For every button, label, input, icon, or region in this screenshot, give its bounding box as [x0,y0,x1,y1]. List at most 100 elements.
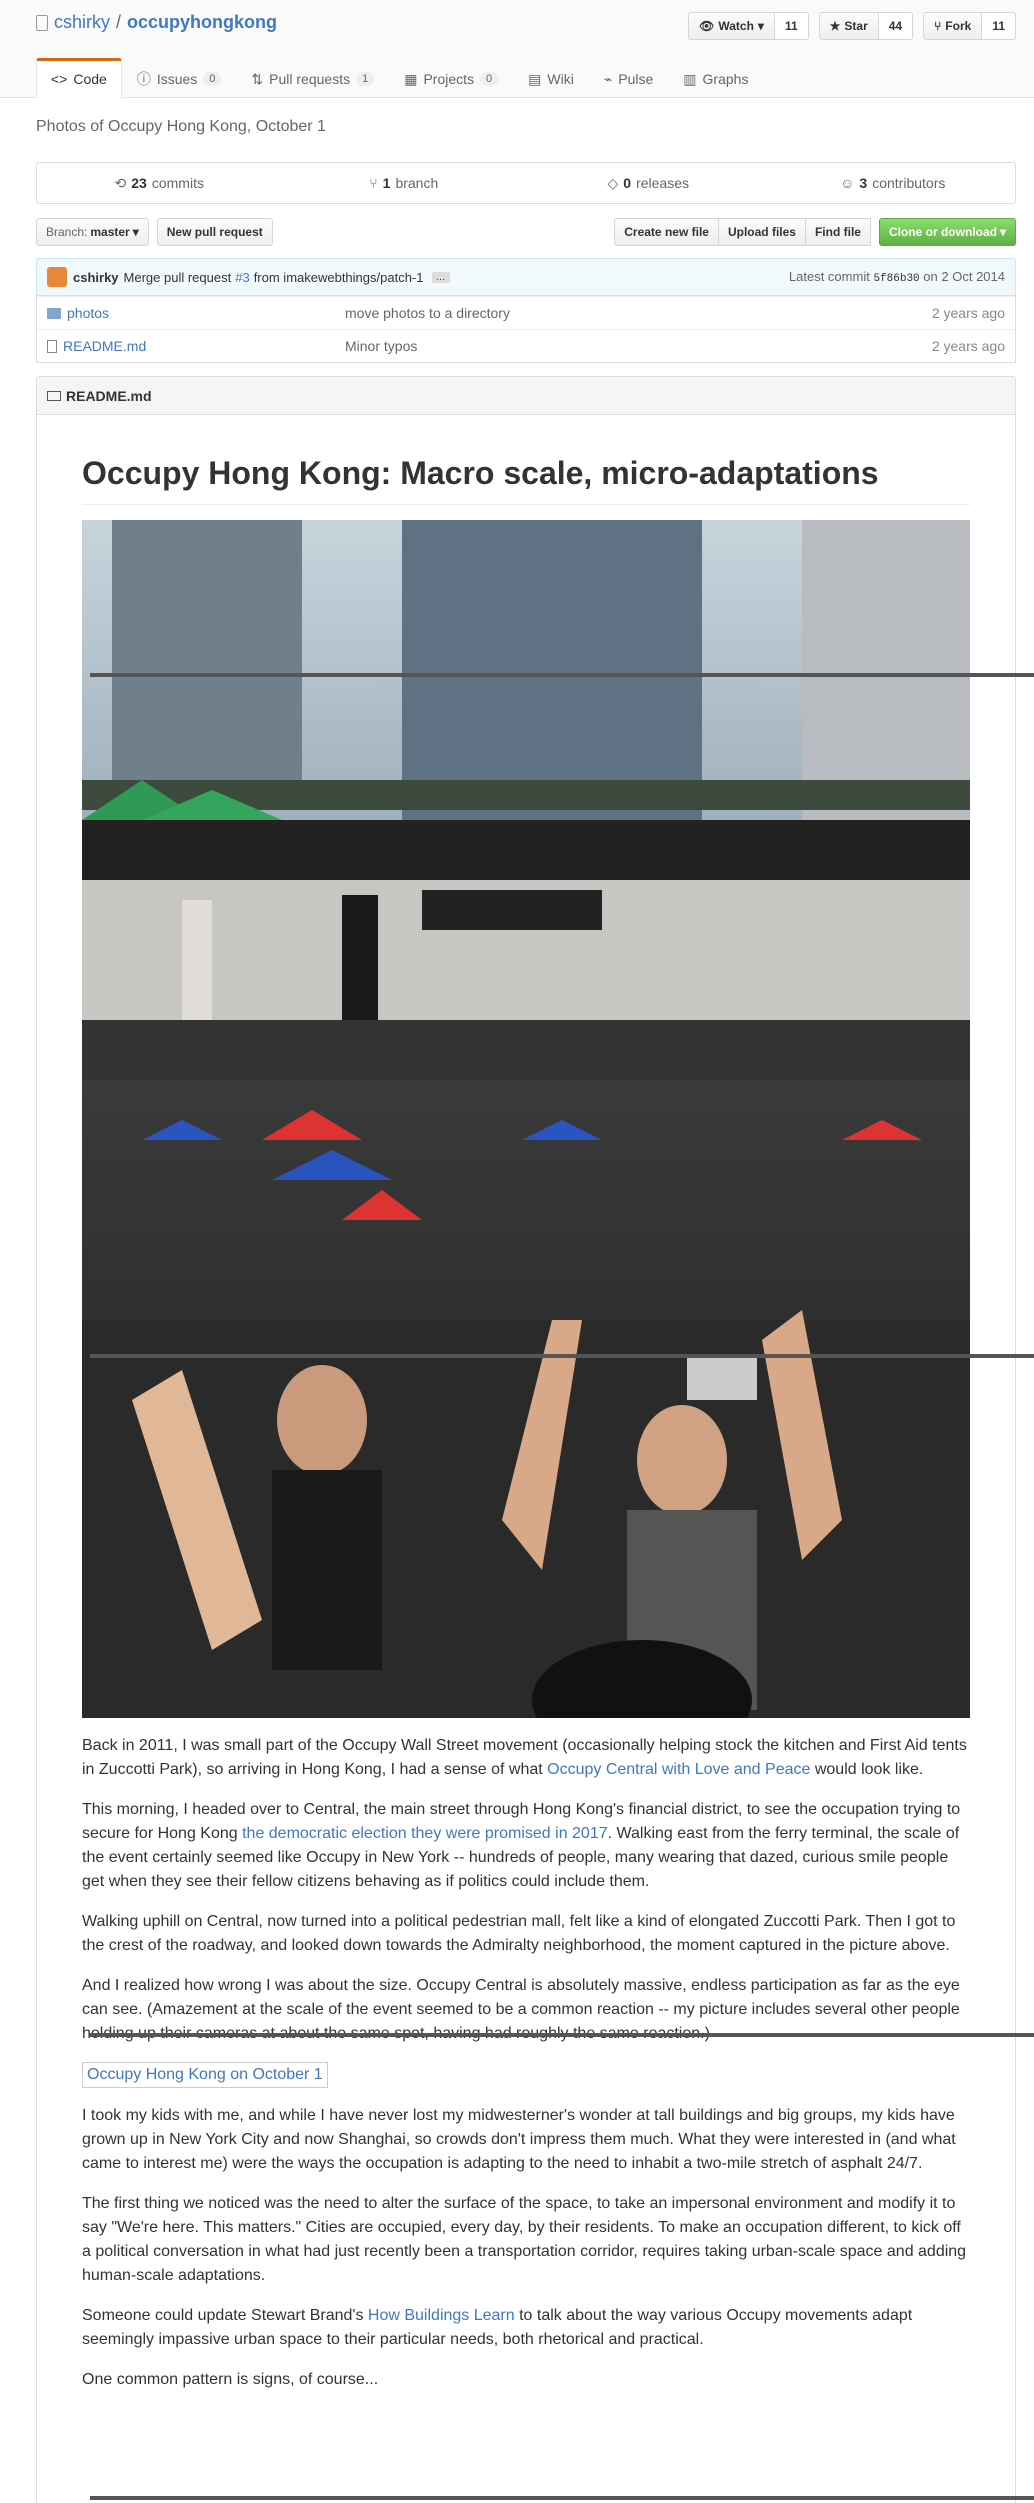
upload-files-button[interactable]: Upload files [717,218,806,246]
owner-link[interactable]: cshirky [54,12,110,33]
chevron-down-icon: ▾ [757,19,764,33]
file-icon [47,339,57,353]
paragraph-7: Someone could update Stewart Brand's How… [82,2304,970,2352]
clone-download-button[interactable]: Clone or download ▾ [878,218,1016,246]
file-navigation: Branch: master ▾ New pull request Create n… [36,218,1016,246]
watch-count[interactable]: 11 [774,12,809,40]
contributors-link[interactable]: ☺ 3 contributors [771,163,1016,203]
folder-icon [47,307,61,319]
commit-meta: Latest commit 5f86b30 on 2 Oct 2014 [789,269,1005,285]
repo-title: cshirky / occupyhongkong [36,12,277,33]
tab-label: Pull requests [269,71,351,87]
tab-label: Pulse [618,71,654,87]
file-message[interactable]: move photos to a directory [345,305,932,321]
watch-group: 👁 Watch ▾ 11 [688,12,809,40]
paragraph-6: The first thing we noticed was the need … [82,2195,967,2284]
ellipsis-button[interactable]: … [431,271,450,283]
fork-label: Fork [945,19,972,33]
clone-label: Clone or download [888,225,997,239]
paragraph-3: Walking uphill on Central, now turned in… [82,1913,956,1954]
commit-msg-suffix: from imakewebthings/patch-1 [253,269,424,285]
tab-code[interactable]: <> Code [36,58,122,98]
overlay-line [90,1354,1034,1358]
occupy-central-link[interactable]: Occupy Central with Love and Peace [547,1761,810,1778]
contributors-count: 3 [859,175,868,191]
wiki-icon: ▤ [528,70,542,87]
file-age: 2 years ago [931,305,1005,321]
file-name-link[interactable]: README.md [63,338,146,354]
overlay-line [90,2496,1034,2500]
create-file-button[interactable]: Create new file [614,218,719,246]
tag-icon: ◇ [607,174,619,191]
repo-icon [36,14,48,31]
readme-box: README.md Occupy Hong Kong: Macro scale,… [36,376,1016,2503]
project-icon: ▦ [404,70,418,87]
commit-author[interactable]: cshirky [73,270,119,285]
tab-graphs[interactable]: ▥ Graphs [668,58,763,98]
chevron-down-icon: ▾ [132,225,139,239]
tab-pull-requests[interactable]: ⇅ Pull requests 1 [236,58,389,98]
code-icon: <> [51,71,68,87]
branch-select[interactable]: Branch: master ▾ [36,218,149,246]
repo-tabs: <> Code ⓘ Issues 0 ⇅ Pull requests 1 ▦ Project… [36,58,763,98]
repo-header: cshirky / occupyhongkong 👁 Watch ▾ 11 ★ Sta… [0,0,1034,98]
tab-label: Issues [156,71,198,87]
repo-actions: 👁 Watch ▾ 11 ★ Star 44 ⑂ Fork 11 [688,12,1016,40]
chevron-down-icon: ▾ [999,225,1006,239]
paragraph-8: One common pattern is signs, of course..… [82,2371,379,2388]
commits-count: 23 [131,175,147,191]
fork-button[interactable]: ⑂ Fork [923,12,983,40]
branch-prefix: Branch: [46,225,88,239]
star-icon: ★ [829,19,841,33]
commit-sha[interactable]: 5f86b30 [873,273,919,285]
broken-image-link[interactable]: Occupy Hong Kong on October 1 [82,2062,328,2088]
branches-link[interactable]: ⑂ 1 branch [282,163,527,203]
find-file-button[interactable]: Find file [804,218,871,246]
commit-msg-prefix: Merge pull request [123,269,232,285]
star-count[interactable]: 44 [878,12,914,40]
overlay-line [90,2033,1034,2037]
tab-wiki[interactable]: ▤ Wiki [513,58,589,98]
tab-label: Projects [423,71,475,87]
watch-button[interactable]: 👁 Watch ▾ [688,12,775,40]
file-age: 2 years ago [931,338,1005,354]
commit-tease: cshirky Merge pull request #3 from imake… [36,258,1016,296]
avatar[interactable] [47,267,67,287]
eye-icon: 👁 [699,19,715,33]
tab-counter: 0 [480,72,499,86]
file-message[interactable]: Minor typos [345,338,932,354]
pull-request-icon: ⇅ [251,70,264,87]
commit-on: on [923,269,938,284]
paragraph-1: Back in 2011, I was small part of the Oc… [82,1734,970,1782]
branch-name: master [90,225,130,239]
releases-link[interactable]: ◇ 0 releases [526,163,771,203]
fork-count[interactable]: 11 [982,12,1016,40]
releases-label: releases [636,175,689,191]
readme-header: README.md [37,377,1015,415]
text-run: would look like. [810,1761,924,1778]
readme-article: Occupy Hong Kong: Macro scale, micro-ada… [37,455,1015,2392]
readme-title: Occupy Hong Kong: Macro scale, micro-ada… [82,455,970,505]
latest-commit-label: Latest commit [788,269,870,284]
how-buildings-learn-link[interactable]: How Buildings Learn [368,2307,515,2324]
list-item: README.md Minor typos 2 years ago [37,329,1015,362]
file-name-link[interactable]: photos [67,305,109,321]
contributors-label: contributors [872,175,946,191]
tab-label: Graphs [702,71,749,87]
commits-link[interactable]: ⟲ 23 commits [37,163,282,203]
issue-icon: ⓘ [136,71,151,87]
branches-count: 1 [382,175,391,191]
tab-label: Wiki [547,71,574,87]
democratic-election-link[interactable]: the democratic election they were promis… [242,1825,608,1842]
paragraph-2: This morning, I headed over to Central, … [82,1798,970,1894]
fork-icon: ⑂ [934,19,942,33]
repo-name-link[interactable]: occupyhongkong [127,12,277,33]
text-run: Someone could update Stewart Brand's [82,2307,368,2324]
tab-pulse[interactable]: ⌁ Pulse [589,58,668,98]
tab-issues[interactable]: ⓘ Issues 0 [122,58,237,98]
commit-pr-link[interactable]: #3 [235,270,249,285]
new-pull-request-button[interactable]: New pull request [156,218,273,246]
tab-projects[interactable]: ▦ Projects 0 [389,58,513,98]
fork-group: ⑂ Fork 11 [923,12,1016,40]
star-button[interactable]: ★ Star [818,12,879,40]
